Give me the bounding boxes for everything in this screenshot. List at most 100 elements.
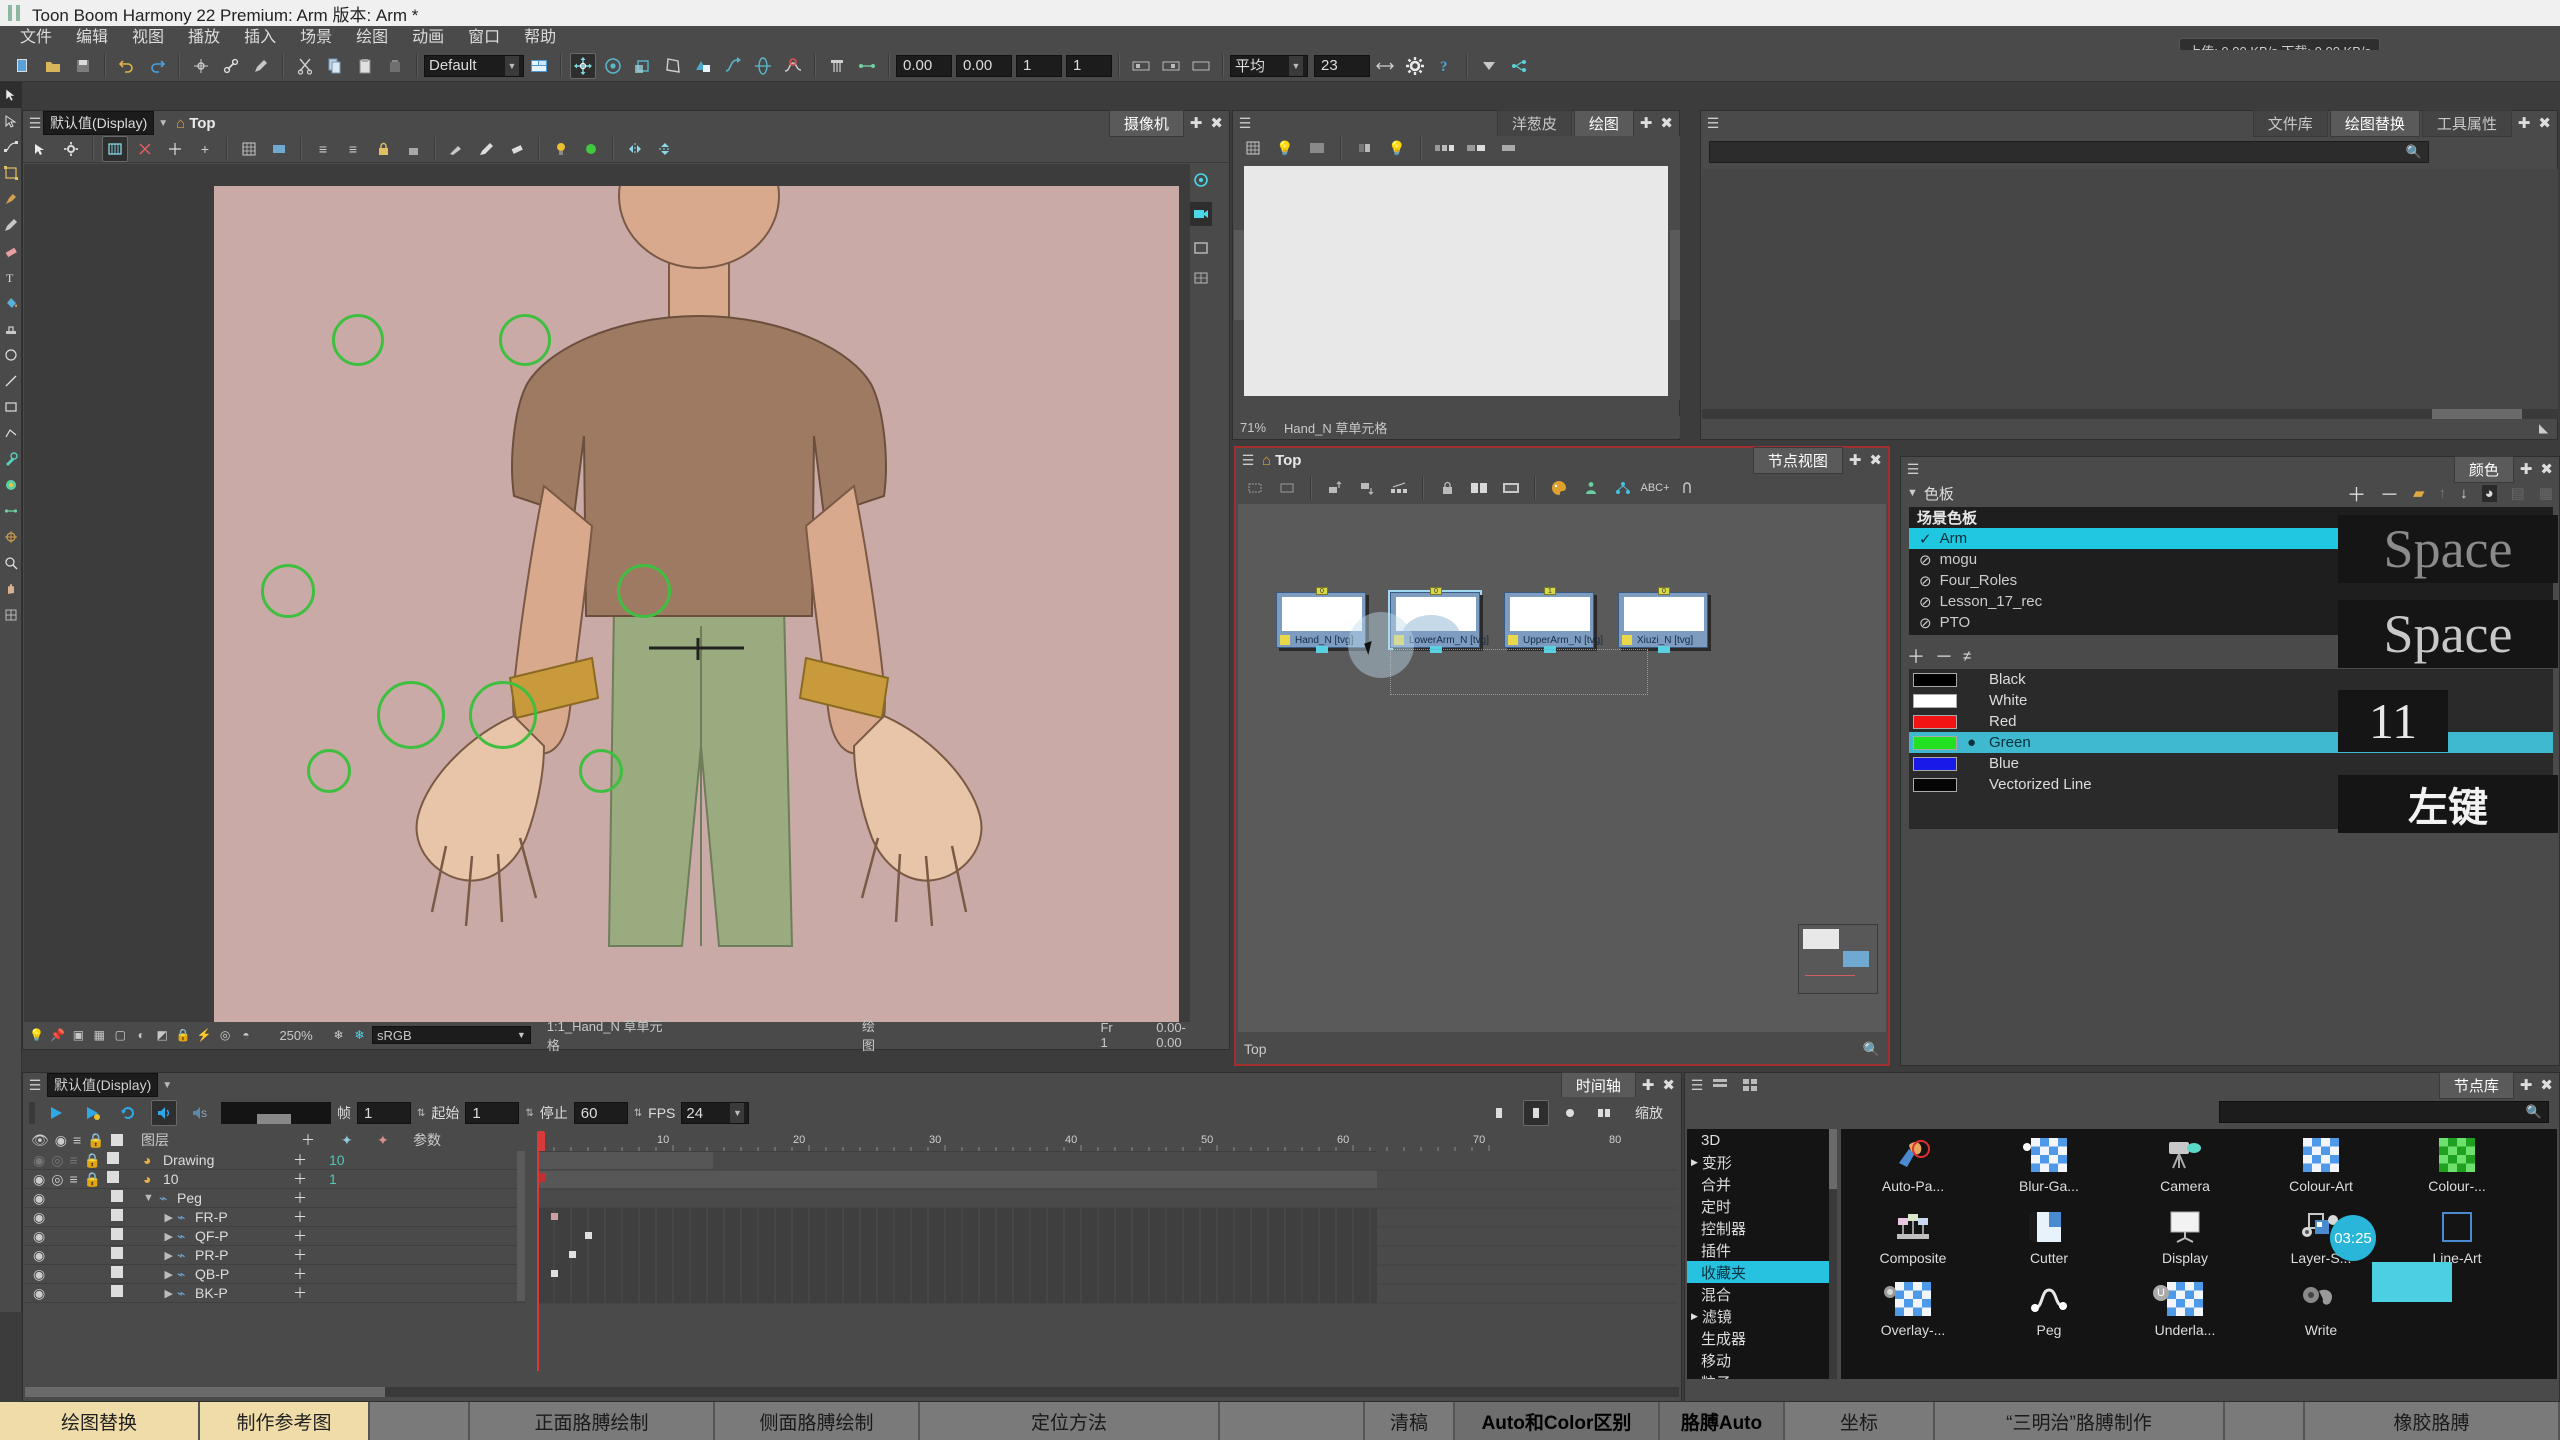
close-icon[interactable]: ✖ [1869, 451, 1884, 469]
grid-toggle-icon[interactable] [1190, 266, 1212, 290]
menu-icon[interactable]: ☰ [27, 1077, 43, 1094]
lock-palette-icon[interactable]: ▤ [2511, 484, 2525, 502]
onion-range2-icon[interactable] [1464, 135, 1490, 161]
lock-icon[interactable] [370, 136, 396, 162]
play-head-icon[interactable] [1476, 53, 1502, 79]
remove-key-icon[interactable]: ✦ [377, 1132, 413, 1149]
remove-colour-icon[interactable]: － [1935, 643, 1953, 669]
node-port-top[interactable]: 0 [1316, 587, 1328, 595]
marker-split-icon[interactable] [1591, 1100, 1617, 1126]
range-icon[interactable] [1188, 53, 1214, 79]
lock-open-icon[interactable] [400, 136, 426, 162]
marker-icon[interactable] [1158, 53, 1184, 79]
curve-tool-icon[interactable] [720, 53, 746, 79]
menu-item-window[interactable]: 窗口 [456, 26, 512, 50]
tab-colour[interactable]: 颜色 [2453, 455, 2514, 483]
node-upperarm[interactable]: 1 UpperArm_N [tvg] [1504, 587, 1603, 653]
node-category-plugin[interactable]: 插件 [1687, 1239, 1837, 1261]
onion-icon[interactable]: ◐ [133, 1026, 150, 1044]
add-param-icon[interactable]: ＋ [293, 1264, 329, 1284]
step-field-2[interactable]: 1 [1066, 54, 1112, 77]
timeline-row-10[interactable]: ◉ ◎ ≡ 🔒 ◕ 10 ＋ 1 [25, 1170, 525, 1189]
add-param-icon[interactable]: ＋ [293, 1207, 329, 1227]
expand-arrow-icon[interactable]: ▶ [143, 1230, 177, 1243]
frame-size-field[interactable]: 23 [1314, 54, 1370, 77]
close-icon[interactable]: ✖ [2538, 114, 2553, 132]
menu-icon[interactable]: ☰ [1237, 115, 1253, 132]
transform-tool[interactable] [0, 160, 22, 186]
node-category-blend[interactable]: 混合 [1687, 1283, 1837, 1305]
cut-icon[interactable] [292, 53, 318, 79]
perspective-tool-icon[interactable] [660, 53, 686, 79]
rotate-view-icon[interactable] [1190, 168, 1212, 192]
node-port-top[interactable]: 0 [1430, 587, 1442, 595]
node-item-display[interactable]: Display [2117, 1207, 2253, 1279]
pivot-marker-hip-right[interactable] [469, 681, 537, 749]
node-library-grid[interactable]: Auto-Pa... Blur-Ga... Camera Colour-Art … [1841, 1129, 2557, 1379]
visibility-icon[interactable]: ◉ [33, 1266, 45, 1283]
layer-colour-chip[interactable] [107, 1151, 120, 1164]
new-icon[interactable] [10, 53, 36, 79]
move-up-icon[interactable] [1322, 475, 1348, 501]
paint-bucket-tool[interactable] [0, 290, 22, 316]
tab-node-view[interactable]: 节点视图 [1752, 446, 1843, 474]
pivot-marker-hip-left[interactable] [377, 681, 445, 749]
add-view-icon[interactable]: ✚ [1849, 451, 1864, 469]
add-view-icon[interactable]: ✚ [2518, 114, 2533, 132]
u-turn-icon[interactable] [1674, 475, 1700, 501]
node-library-search-input[interactable]: 🔍 [2219, 1101, 2549, 1123]
drawing-scroll-right[interactable] [1670, 230, 1680, 320]
coord-x-field[interactable]: 0.00 [896, 54, 952, 77]
chevron-down-icon[interactable]: ▼ [730, 1103, 745, 1123]
chapter-rubber-arm[interactable]: 橡胶胳膊 [2305, 1402, 2560, 1440]
morph-tool[interactable] [0, 498, 22, 524]
menu-icon[interactable]: ☰ [1905, 461, 1921, 478]
palette-icon[interactable]: ◩ [154, 1026, 171, 1044]
chevron-down-icon[interactable]: ▼ [505, 55, 519, 76]
node-graph-canvas[interactable]: 0 Hand_N [tvg] 0 LowerArm_N [tvg] 1 Uppe… [1238, 504, 1886, 1032]
menu-item-file[interactable]: 文件 [8, 26, 64, 50]
add-view-icon[interactable]: ✚ [1640, 114, 1655, 132]
grid-tool[interactable] [0, 602, 22, 628]
polyline-tool[interactable] [0, 420, 22, 446]
close-icon[interactable]: ✖ [1662, 1076, 1677, 1094]
workspace-manager-icon[interactable] [526, 53, 552, 79]
layer-colour-chip[interactable] [111, 1227, 124, 1240]
visibility-icon[interactable]: ◉ [33, 1209, 45, 1226]
import-icon[interactable]: ↑ [2439, 485, 2447, 502]
menu-item-play[interactable]: 播放 [176, 26, 232, 50]
chapter-sandwich-arm[interactable]: “三明治”胳膊制作 [1935, 1402, 2225, 1440]
line-tool[interactable] [0, 368, 22, 394]
timeline-display-select[interactable]: 默认值(Display) [47, 1073, 159, 1097]
library-search-input[interactable]: 🔍 [1709, 141, 2429, 163]
pivot-marker-shoulder-left[interactable] [332, 314, 384, 366]
visibility-icon[interactable]: ◉ [33, 1247, 45, 1264]
sound-icon[interactable] [151, 1100, 177, 1126]
coord-y-field[interactable]: 0.00 [956, 54, 1012, 77]
timeline-hscrollbar[interactable] [25, 1387, 1679, 1397]
loop-play-icon[interactable] [79, 1100, 105, 1126]
node-item-underlay-art[interactable]: U Underla... [2117, 1279, 2253, 1351]
close-icon[interactable]: ✖ [1210, 114, 1225, 132]
add-view-icon[interactable]: ✚ [2520, 1076, 2535, 1094]
pin-icon[interactable]: 📌 [49, 1026, 66, 1044]
remove-palette-icon[interactable]: － [2380, 480, 2399, 507]
frame-icon[interactable]: ▢ [112, 1026, 129, 1044]
stamp-tool[interactable] [0, 316, 22, 342]
dropper-tool[interactable] [0, 446, 22, 472]
camera-display-select[interactable]: 默认值(Display) [43, 111, 155, 135]
onion-range3-icon[interactable] [1496, 135, 1522, 161]
tab-tool-properties[interactable]: 工具属性 [2421, 109, 2512, 137]
camera-menu-icon[interactable] [28, 136, 54, 162]
add-param-icon[interactable]: ＋ [293, 1226, 329, 1246]
library-content[interactable] [1702, 169, 2558, 409]
node-category-merge[interactable]: 合并 [1687, 1173, 1837, 1195]
chapter-gap-1[interactable] [370, 1402, 470, 1440]
eyedropper-icon[interactable] [548, 136, 574, 162]
pivot-marker-elbow-left[interactable] [261, 564, 315, 618]
align-center-icon[interactable]: ≡ [340, 136, 366, 162]
add-layer-icon[interactable]: ＋ [301, 1130, 341, 1150]
grid-icon[interactable] [236, 136, 262, 162]
menu-item-animation[interactable]: 动画 [400, 26, 456, 50]
menu-item-scene[interactable]: 场景 [288, 26, 344, 50]
